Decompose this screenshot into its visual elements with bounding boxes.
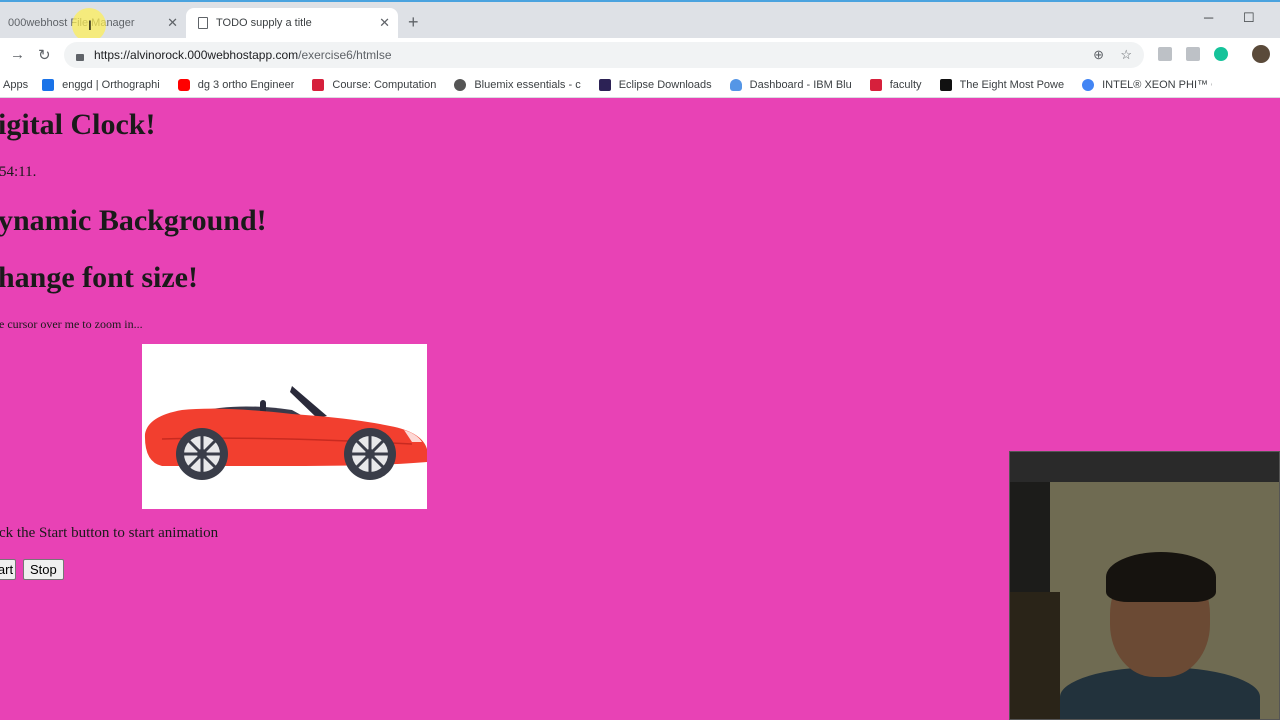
youtube-icon (177, 78, 190, 91)
animation-hint: ck the Start button to start animation (0, 525, 219, 541)
bookmark-label: INTEL® XEON PHI™ C (1102, 78, 1213, 91)
url-text: https://alvinorock.000webhostapp.com/exe… (94, 48, 392, 62)
webcam-door (1010, 592, 1060, 719)
bookmark-label: Course: Computation (332, 78, 437, 91)
zoom-hint[interactable]: e cursor over me to zoom in... (0, 317, 143, 332)
bookmark-item[interactable]: dg 3 ortho Engineer (177, 78, 295, 91)
bookmark-item[interactable]: INTEL® XEON PHI™ C (1082, 78, 1213, 91)
f-logo-icon (939, 78, 952, 91)
new-tab-icon[interactable]: + (408, 12, 419, 33)
zoom-icon[interactable]: ⊕ (1093, 47, 1104, 63)
reload-icon[interactable]: ↻ (38, 46, 51, 64)
eclipse-icon (598, 78, 611, 91)
extension-icon[interactable] (1158, 47, 1172, 61)
forward-icon[interactable]: → (10, 46, 25, 63)
start-button[interactable]: art (0, 559, 16, 580)
close-icon[interactable]: ✕ (379, 15, 390, 31)
text-cursor-icon: I (88, 17, 92, 33)
bookmark-label: faculty (889, 78, 922, 91)
bookmark-apps[interactable]: Apps (3, 79, 28, 91)
bookmark-label: The Eight Most Powe (959, 78, 1065, 91)
bookmark-item[interactable]: Eclipse Downloads (598, 78, 712, 91)
bookmark-label: Apps (3, 78, 29, 91)
cloud-icon (729, 78, 742, 91)
extension-icon[interactable] (1186, 47, 1200, 61)
moodle-icon (312, 78, 325, 91)
lock-icon (76, 53, 84, 61)
minimize-icon[interactable]: ─ (1204, 10, 1213, 25)
bookmark-item[interactable]: Bluemix essentials - c (454, 78, 581, 91)
profile-avatar[interactable] (1252, 45, 1270, 63)
browser-toolbar: → ↻ https://alvinorock.000webhostapp.com… (0, 38, 1280, 72)
tab-title: TODO supply a title (216, 17, 312, 29)
bookmark-label: dg 3 ortho Engineer (197, 78, 295, 91)
google-icon (1082, 78, 1095, 91)
clock-heading: igital Clock! (0, 108, 156, 141)
star-icon[interactable]: ☆ (1120, 47, 1132, 63)
webcam-overlay (1009, 451, 1280, 720)
x-logo-icon (42, 78, 55, 91)
bookmark-label: Bluemix essentials - c (474, 78, 581, 91)
bookmark-label: enggd | Orthographi (62, 78, 160, 91)
address-bar[interactable]: https://alvinorock.000webhostapp.com/exe… (64, 42, 1144, 68)
bookmark-item[interactable]: Course: Computation (312, 78, 437, 91)
bookmark-item[interactable]: faculty (869, 78, 922, 91)
bookmark-item[interactable]: The Eight Most Powe (939, 78, 1065, 91)
webcam-top-bar (1010, 452, 1279, 482)
stop-button[interactable]: Stop (23, 559, 64, 580)
tab-todo[interactable]: TODO supply a title ✕ (186, 8, 398, 38)
page-icon (198, 17, 208, 29)
bookmark-label: Dashboard - IBM Blu (749, 78, 852, 91)
webcam-person-hair (1106, 552, 1216, 602)
background-heading: ynamic Background! (0, 204, 267, 237)
tab-strip: 000webhost File Manager ✕ TODO supply a … (0, 2, 1280, 38)
bookmark-label: Eclipse Downloads (618, 78, 712, 91)
bookmarks-bar: Apps enggd | Orthographi dg 3 ortho Engi… (0, 72, 1280, 98)
bluemix-icon (454, 78, 467, 91)
clock-time: 54:11. (0, 164, 37, 180)
moodle-icon (869, 78, 882, 91)
maximize-icon[interactable]: ☐ (1243, 10, 1255, 26)
car-image (142, 344, 427, 509)
car-illustration (144, 386, 427, 480)
bookmark-item[interactable]: Dashboard - IBM Blu (729, 78, 852, 91)
bookmark-item[interactable]: enggd | Orthographi (42, 78, 160, 91)
grammarly-icon[interactable] (1214, 47, 1228, 61)
rear-wheel (176, 428, 228, 480)
close-icon[interactable]: ✕ (167, 15, 178, 31)
font-size-heading: hange font size! (0, 261, 198, 294)
front-wheel (344, 428, 396, 480)
